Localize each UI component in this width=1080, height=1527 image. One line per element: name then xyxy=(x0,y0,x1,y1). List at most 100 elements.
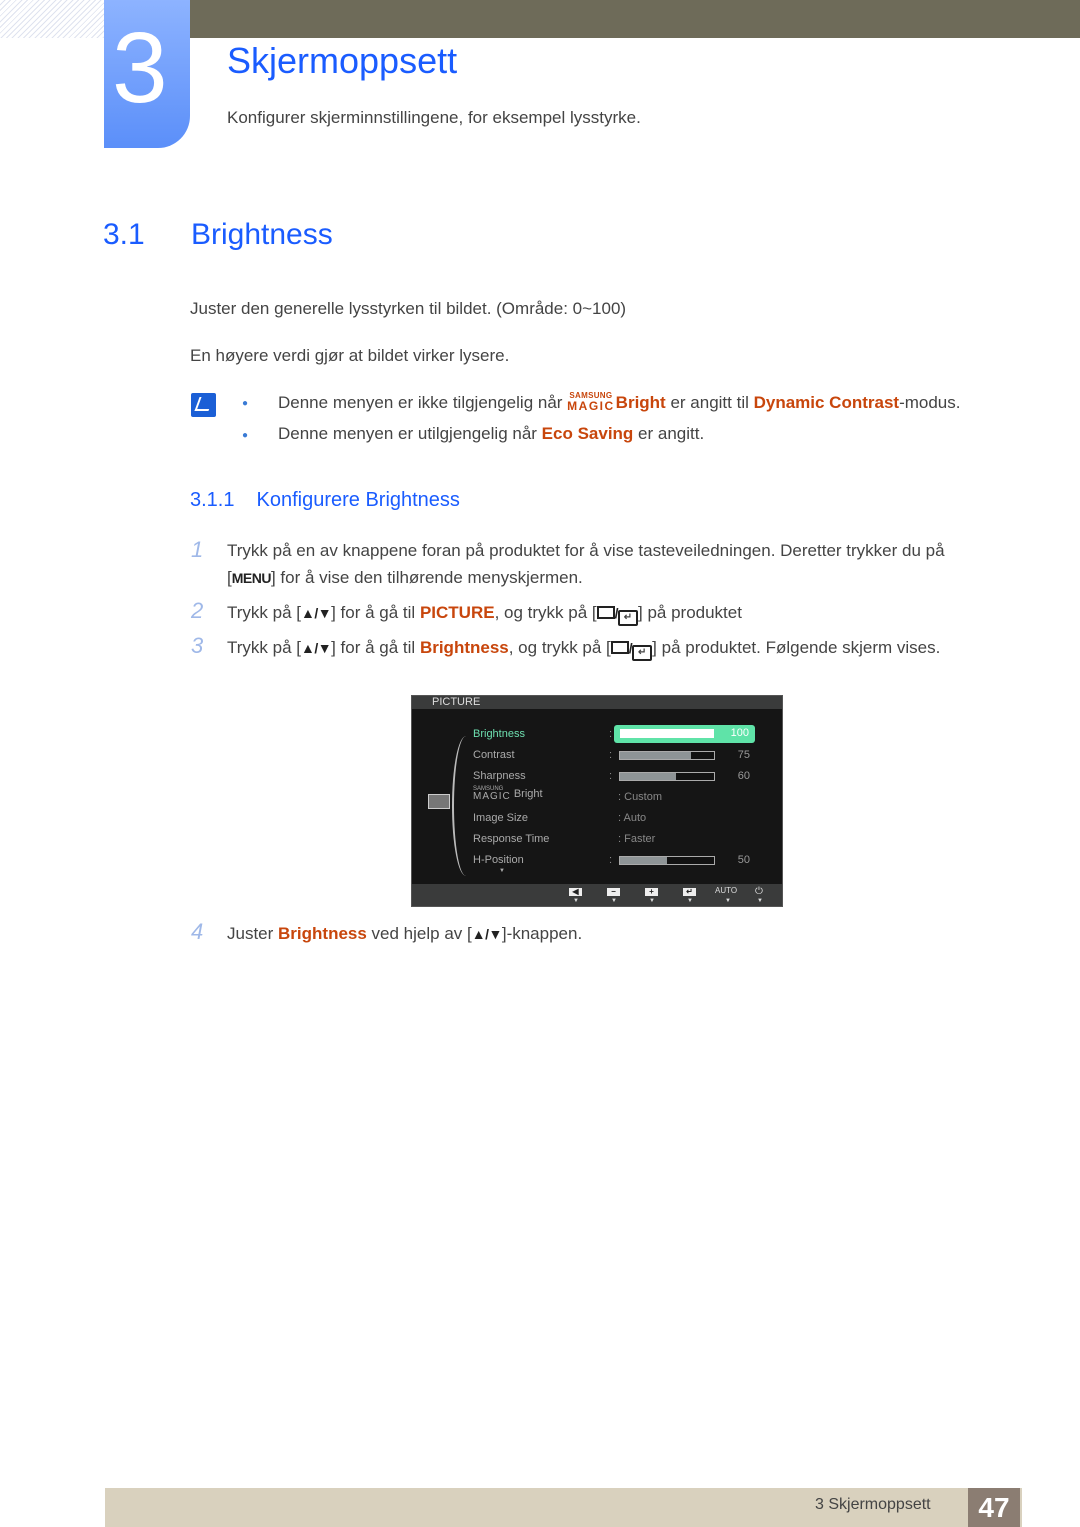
step-2: Trykk på [▲/▼] for å gå til PICTURE, og … xyxy=(227,603,742,626)
step-text: , og trykk på [ xyxy=(508,638,611,657)
highlight-picture: PICTURE xyxy=(419,603,495,622)
chapter-subtitle: Konfigurer skjerminnstillingene, for eks… xyxy=(227,108,641,127)
chapter-title: Skjermoppsett xyxy=(227,40,458,81)
highlight-eco-saving: Eco Saving xyxy=(541,424,634,443)
highlight-brightness: Brightness xyxy=(278,924,367,943)
note-icon xyxy=(191,393,216,417)
section-title: Brightness xyxy=(191,218,333,251)
magic-bright-value: : Custom xyxy=(618,791,663,803)
footer-chapter: 3 Skjermoppsett xyxy=(815,1496,931,1513)
response-time-value: : Faster xyxy=(618,833,656,845)
note-1: Denne menyen er ikke tilgjengelig når SA… xyxy=(278,392,961,413)
arrow-icon: ▼ xyxy=(649,898,655,904)
step-number: 2 xyxy=(191,598,204,623)
arrow-icon: ▼ xyxy=(757,898,763,904)
minus-button-icon: − xyxy=(607,888,620,896)
chapter-number: 3 xyxy=(112,12,168,124)
highlight-bright: Bright xyxy=(615,393,666,412)
up-down-arrows-icon: ▲/▼ xyxy=(471,926,503,942)
brightness-value: 100 xyxy=(730,727,749,739)
note-text: -modus. xyxy=(899,393,961,412)
step-text: ] på produktet xyxy=(638,603,742,622)
step-text: ] for å gå til xyxy=(331,638,420,657)
highlight-brightness: Brightness xyxy=(419,638,509,657)
magic-bottom: MAGIC xyxy=(473,791,511,802)
note-text: Denne menyen er utilgjengelig når xyxy=(278,424,542,443)
arrow-icon: ▼ xyxy=(611,898,617,904)
subsection-heading: 3.1.1 Konfigurere Brightness xyxy=(190,489,460,512)
osd-menu-screenshot: PICTURE 100 Brightness : Contrast : 75 S… xyxy=(411,695,783,907)
menu-key: MENU xyxy=(231,570,272,586)
enter-icon: ↵ xyxy=(618,610,638,626)
step-text: ved hjelp av [ xyxy=(366,924,472,943)
sharpness-value: 60 xyxy=(737,770,750,782)
arrow-icon: ▼ xyxy=(573,898,579,904)
section-number: 3.1 xyxy=(103,218,145,251)
step-text: , og trykk på [ xyxy=(494,603,597,622)
step-text: ] for å vise den tilhørende menyskjermen… xyxy=(270,568,583,587)
step-1-line-2: [MENU] for å vise den tilhørende menyskj… xyxy=(227,568,583,587)
power-button-icon: ⏻ xyxy=(755,886,763,897)
enter-button-icon: ↵ xyxy=(683,888,696,896)
source-icon xyxy=(596,606,615,619)
osd-colon: : xyxy=(609,854,613,866)
step-text: ] på produktet. Følgende skjerm vises. xyxy=(652,638,941,657)
step-number: 1 xyxy=(191,537,204,562)
step-text: Trykk på [ xyxy=(227,603,301,622)
note-text: Denne menyen er ikke tilgjengelig når xyxy=(278,393,568,412)
step-number: 3 xyxy=(191,633,204,658)
note-text: er angitt. xyxy=(633,424,705,443)
osd-colon: : xyxy=(609,728,613,740)
arrow-icon: ▼ xyxy=(725,898,731,904)
subsection-title: Konfigurere Brightness xyxy=(256,489,460,511)
auto-button-label: AUTO xyxy=(715,886,738,895)
step-text: ] for å gå til xyxy=(331,603,420,622)
osd-title: PICTURE xyxy=(412,696,782,709)
osd-colon: : xyxy=(609,770,613,782)
samsung-magic-logo: SAMSUNG MAGIC xyxy=(567,392,615,413)
picture-menu-icon xyxy=(428,794,450,809)
step-1-line-1: Trykk på en av knappene foran på produkt… xyxy=(227,541,945,560)
osd-row-response-time: Response Time xyxy=(473,833,550,845)
chapter-number-badge: 3 xyxy=(104,0,190,148)
section-paragraph-1: Juster den generelle lysstyrken til bild… xyxy=(190,299,627,318)
magic-bottom: MAGIC xyxy=(567,399,615,413)
header-hatch xyxy=(0,0,104,38)
step-4: Juster Brightness ved hjelp av [▲/▼]-kna… xyxy=(227,924,582,944)
contrast-bar xyxy=(619,751,715,760)
step-text: ]-knappen. xyxy=(501,924,583,943)
subsection-number: 3.1.1 xyxy=(190,489,235,511)
osd-button-bar: ◀ − + ↵ AUTO ⏻ ▼ ▼ ▼ ▼ ▼ ▼ xyxy=(412,884,782,906)
osd-selected-highlight: 100 xyxy=(614,725,755,743)
h-position-value: 50 xyxy=(737,854,750,866)
osd-label: Bright xyxy=(513,787,543,800)
image-size-value: : Auto xyxy=(618,812,647,824)
arrow-icon: ▼ xyxy=(687,898,693,904)
source-icon xyxy=(610,641,629,654)
note-2: Denne menyen er utilgjengelig når Eco Sa… xyxy=(278,424,704,444)
section-paragraph-2: En høyere verdi gjør at bildet virker ly… xyxy=(190,346,510,365)
h-position-bar xyxy=(619,856,715,865)
osd-row-brightness: Brightness xyxy=(473,728,525,740)
brightness-bar xyxy=(620,729,714,738)
left-button-icon: ◀ xyxy=(569,888,582,896)
enter-icon: ↵ xyxy=(632,645,653,661)
page-number: 47 xyxy=(968,1488,1020,1527)
up-down-arrows-icon: ▲/▼ xyxy=(301,640,332,656)
osd-row-h-position: H-Position xyxy=(473,854,524,866)
sharpness-bar xyxy=(619,772,715,781)
osd-row-magic-bright: SAMSUNG MAGIC Bright xyxy=(473,786,543,802)
step-3: Trykk på [▲/▼] for å gå til Brightness, … xyxy=(227,638,940,661)
highlight-dynamic-contrast: Dynamic Contrast xyxy=(753,393,900,412)
step-text: Trykk på [ xyxy=(227,638,301,657)
osd-row-contrast: Contrast xyxy=(473,749,515,761)
contrast-value: 75 xyxy=(737,749,750,761)
step-number: 4 xyxy=(191,919,204,944)
osd-colon: : xyxy=(609,749,613,761)
plus-button-icon: + xyxy=(645,888,658,896)
osd-row-sharpness: Sharpness xyxy=(473,770,526,782)
scroll-down-icon: ▼ xyxy=(499,868,505,874)
step-text: Juster xyxy=(227,924,279,943)
bullet-icon: ● xyxy=(242,430,249,441)
note-text: er angitt til xyxy=(665,393,754,412)
